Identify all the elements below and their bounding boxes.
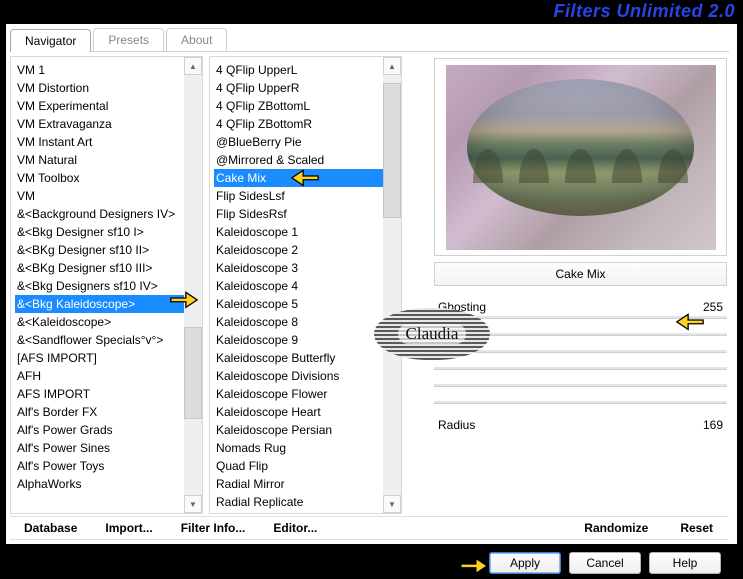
filter-item[interactable]: @BlueBerry Pie: [216, 133, 383, 151]
category-item[interactable]: Alf's Power Grads: [17, 421, 184, 439]
status-filters-value: 4371: [79, 559, 106, 573]
param-slot-slider[interactable]: [434, 367, 727, 370]
cancel-button[interactable]: Cancel: [569, 552, 641, 574]
tab-row: Navigator Presets About: [10, 28, 729, 52]
toolbar-editor[interactable]: Editor...: [273, 521, 317, 535]
param-slot-slider[interactable]: [434, 333, 727, 336]
filter-scrollbar[interactable]: ▲ ▼: [383, 57, 401, 513]
category-item[interactable]: VM Instant Art: [17, 133, 184, 151]
param-ghosting-value: 255: [703, 300, 723, 314]
param-slot-slider[interactable]: [434, 350, 727, 353]
preview-image: [434, 58, 727, 256]
toolbar-reset[interactable]: Reset: [680, 521, 713, 535]
category-item[interactable]: AFS IMPORT: [17, 385, 184, 403]
category-item[interactable]: Alf's Power Sines: [17, 439, 184, 457]
category-item[interactable]: Alf's Power Toys: [17, 457, 184, 475]
category-list: VM 1VM DistortionVM ExperimentalVM Extra…: [10, 56, 203, 514]
category-item[interactable]: AlphaWorks: [17, 475, 184, 493]
filter-item[interactable]: Kaleidoscope 1: [216, 223, 383, 241]
filter-item[interactable]: Kaleidoscope Divisions: [216, 367, 383, 385]
category-item[interactable]: AFH: [17, 367, 184, 385]
param-slot-slider[interactable]: [434, 384, 727, 387]
filter-item[interactable]: Nomads Rug: [216, 439, 383, 457]
pointer-hand-icon: [459, 552, 489, 576]
tab-presets[interactable]: Presets: [93, 28, 164, 51]
param-ghosting-label: Ghosting: [438, 300, 486, 314]
toolbar-database[interactable]: Database: [24, 521, 77, 535]
param-radius-value: 169: [703, 418, 723, 432]
category-item[interactable]: [AFS IMPORT]: [17, 349, 184, 367]
category-item[interactable]: VM: [17, 187, 184, 205]
category-scrollbar[interactable]: ▲ ▼: [184, 57, 202, 513]
filter-item[interactable]: Radial Mirror: [216, 475, 383, 493]
category-item[interactable]: &<Background Designers IV>: [17, 205, 184, 223]
toolbar-import[interactable]: Import...: [105, 521, 152, 535]
filter-item[interactable]: Flip SidesLsf: [216, 187, 383, 205]
scroll-up-icon[interactable]: ▲: [383, 57, 401, 75]
status-filters-label: Filters:: [20, 559, 56, 573]
param-ghosting-slider[interactable]: [434, 316, 727, 319]
filter-item[interactable]: 4 QFlip ZBottomR: [216, 115, 383, 133]
scroll-down-icon[interactable]: ▼: [184, 495, 202, 513]
filter-item[interactable]: Radial Replicate: [216, 493, 383, 511]
param-radius-label: Radius: [438, 418, 475, 432]
param-slot-slider[interactable]: [434, 401, 727, 404]
current-filter-name: Cake Mix: [434, 262, 727, 286]
app-title: Filters Unlimited 2.0: [553, 1, 735, 22]
filter-item[interactable]: Flip SidesRsf: [216, 205, 383, 223]
filter-item[interactable]: Quad Flip: [216, 457, 383, 475]
filter-item[interactable]: Kaleidoscope 4: [216, 277, 383, 295]
category-item[interactable]: Alf's Border FX: [17, 403, 184, 421]
category-item[interactable]: VM Experimental: [17, 97, 184, 115]
filter-item[interactable]: Kaleidoscope 9: [216, 331, 383, 349]
category-item[interactable]: &<BKg Designer sf10 II>: [17, 241, 184, 259]
category-item[interactable]: &<Sandflower Specials°v°>: [17, 331, 184, 349]
filter-item[interactable]: 4 QFlip UpperL: [216, 61, 383, 79]
main-frame: Navigator Presets About VM 1VM Distortio…: [4, 22, 739, 546]
filter-item[interactable]: Cake Mix: [214, 169, 383, 187]
filter-item[interactable]: Kaleidoscope Flower: [216, 385, 383, 403]
filter-item[interactable]: 4 QFlip UpperR: [216, 79, 383, 97]
filter-item[interactable]: Kaleidoscope 8: [216, 313, 383, 331]
category-item[interactable]: VM Extravaganza: [17, 115, 184, 133]
scroll-down-icon[interactable]: ▼: [383, 495, 401, 513]
category-item[interactable]: VM Distortion: [17, 79, 184, 97]
tab-navigator[interactable]: Navigator: [10, 29, 91, 52]
toolbar: Database Import... Filter Info... Editor…: [10, 516, 729, 540]
help-button[interactable]: Help: [649, 552, 721, 574]
preview-panel: Claudia Cake Mix Ghosting 255: [408, 56, 729, 514]
toolbar-filterinfo[interactable]: Filter Info...: [181, 521, 246, 535]
filter-item[interactable]: @Mirrored & Scaled: [216, 151, 383, 169]
filter-item[interactable]: 4 QFlip ZBottomL: [216, 97, 383, 115]
scroll-thumb[interactable]: [383, 83, 401, 217]
filter-item[interactable]: Kaleidoscope Persian: [216, 421, 383, 439]
scroll-up-icon[interactable]: ▲: [184, 57, 202, 75]
category-item[interactable]: &<Bkg Designer sf10 I>: [17, 223, 184, 241]
filter-item[interactable]: Kaleidoscope 2: [216, 241, 383, 259]
category-item[interactable]: VM Natural: [17, 151, 184, 169]
scroll-thumb[interactable]: [184, 327, 202, 419]
category-item[interactable]: &<Bkg Kaleidoscope>: [15, 295, 184, 313]
tab-about[interactable]: About: [166, 28, 227, 51]
filter-item[interactable]: Kaleidoscope 3: [216, 259, 383, 277]
filter-item[interactable]: Kaleidoscope Heart: [216, 403, 383, 421]
status-db-label: Database:: [20, 544, 75, 558]
category-item[interactable]: &<Bkg Designers sf10 IV>: [17, 277, 184, 295]
apply-button[interactable]: Apply: [489, 552, 561, 574]
toolbar-randomize[interactable]: Randomize: [584, 521, 648, 535]
status-area: Database: ICNET-Filters Filters: 4371: [20, 544, 153, 574]
filter-item[interactable]: Kaleidoscope Butterfly: [216, 349, 383, 367]
filter-item[interactable]: Kaleidoscope 5: [216, 295, 383, 313]
status-db-value: ICNET-Filters: [81, 544, 153, 558]
category-item[interactable]: VM 1: [17, 61, 184, 79]
filter-list: 4 QFlip UpperL4 QFlip UpperR4 QFlip ZBot…: [209, 56, 402, 514]
category-item[interactable]: VM Toolbox: [17, 169, 184, 187]
category-item[interactable]: &<Kaleidoscope>: [17, 313, 184, 331]
category-item[interactable]: &<BKg Designer sf10 III>: [17, 259, 184, 277]
